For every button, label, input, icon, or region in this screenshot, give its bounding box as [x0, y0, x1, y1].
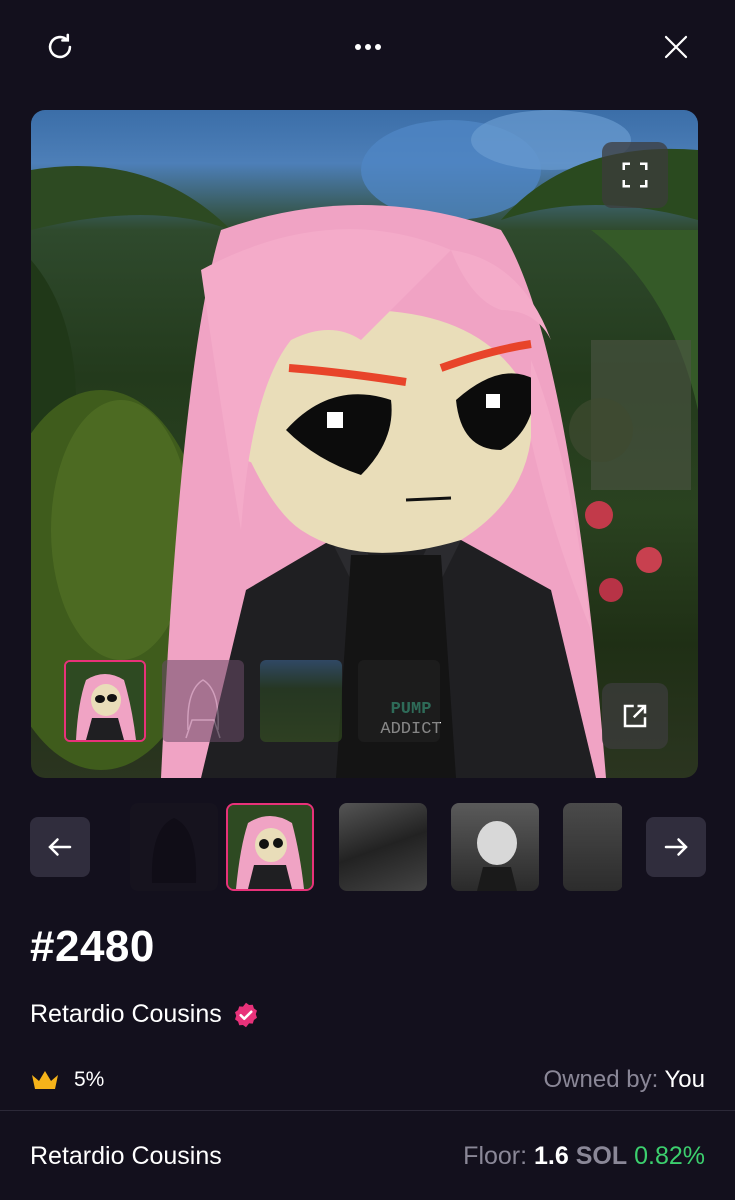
rarity-value: 5% [74, 1068, 105, 1091]
owner-name: You [664, 1066, 706, 1093]
external-link-icon [623, 704, 647, 728]
rarity-info: 5% [30, 1068, 104, 1092]
thumb-character-icon [66, 662, 144, 740]
layer-thumb-shirt[interactable] [358, 660, 440, 742]
arrow-right-icon [664, 838, 688, 856]
nft-title: #2480 [30, 922, 155, 971]
floor-change: 0.82% [634, 1142, 705, 1170]
layer-thumb-background[interactable] [260, 660, 342, 742]
collection-name: Retardio Cousins [30, 1000, 222, 1028]
carousel-thumb-current[interactable] [226, 803, 314, 891]
layer-thumb-full[interactable] [64, 660, 146, 742]
footer-collection-name[interactable]: Retardio Cousins [30, 1142, 222, 1171]
layer-thumb-silhouette[interactable] [162, 660, 244, 742]
floor-unit: SOL [575, 1142, 628, 1170]
close-icon [664, 35, 688, 59]
owned-label: Owned by: [543, 1066, 659, 1093]
next-button[interactable] [646, 817, 706, 877]
thumb-dark-character [151, 818, 197, 883]
verified-icon [234, 1002, 257, 1027]
floor-price: Floor: 1.6 SOL 0.82% [463, 1142, 705, 1171]
floor-value: 1.6 [534, 1142, 569, 1170]
refresh-icon [48, 33, 72, 59]
carousel-thumb[interactable] [339, 803, 427, 891]
carousel-thumb[interactable] [451, 803, 539, 891]
owner-info: Owned by: You [544, 1066, 705, 1094]
more-icon [355, 44, 381, 50]
fullscreen-button[interactable] [602, 142, 668, 208]
silhouette-icon [185, 679, 221, 739]
carousel-thumb[interactable] [130, 803, 218, 891]
crown-icon [32, 1071, 58, 1089]
close-button[interactable] [656, 27, 696, 67]
thumb-grey-character [477, 821, 517, 891]
nft-image[interactable]: PUMP ADDICT [31, 110, 698, 778]
carousel-thumb[interactable] [563, 803, 622, 891]
image-layer-thumbnails [64, 660, 440, 742]
floor-label: Floor: [463, 1142, 528, 1170]
refresh-button[interactable] [40, 27, 80, 67]
arrow-left-icon [48, 838, 72, 856]
more-options-button[interactable] [348, 27, 388, 67]
collection-carousel [30, 802, 706, 892]
thumb-pink-character [228, 805, 312, 889]
thumbnail-strip [130, 802, 622, 892]
collection-link[interactable]: Retardio Cousins [30, 1000, 260, 1029]
expand-icon [622, 162, 648, 188]
open-external-button[interactable] [602, 683, 668, 749]
previous-button[interactable] [30, 817, 90, 877]
divider [0, 1110, 735, 1111]
top-bar [0, 0, 735, 95]
